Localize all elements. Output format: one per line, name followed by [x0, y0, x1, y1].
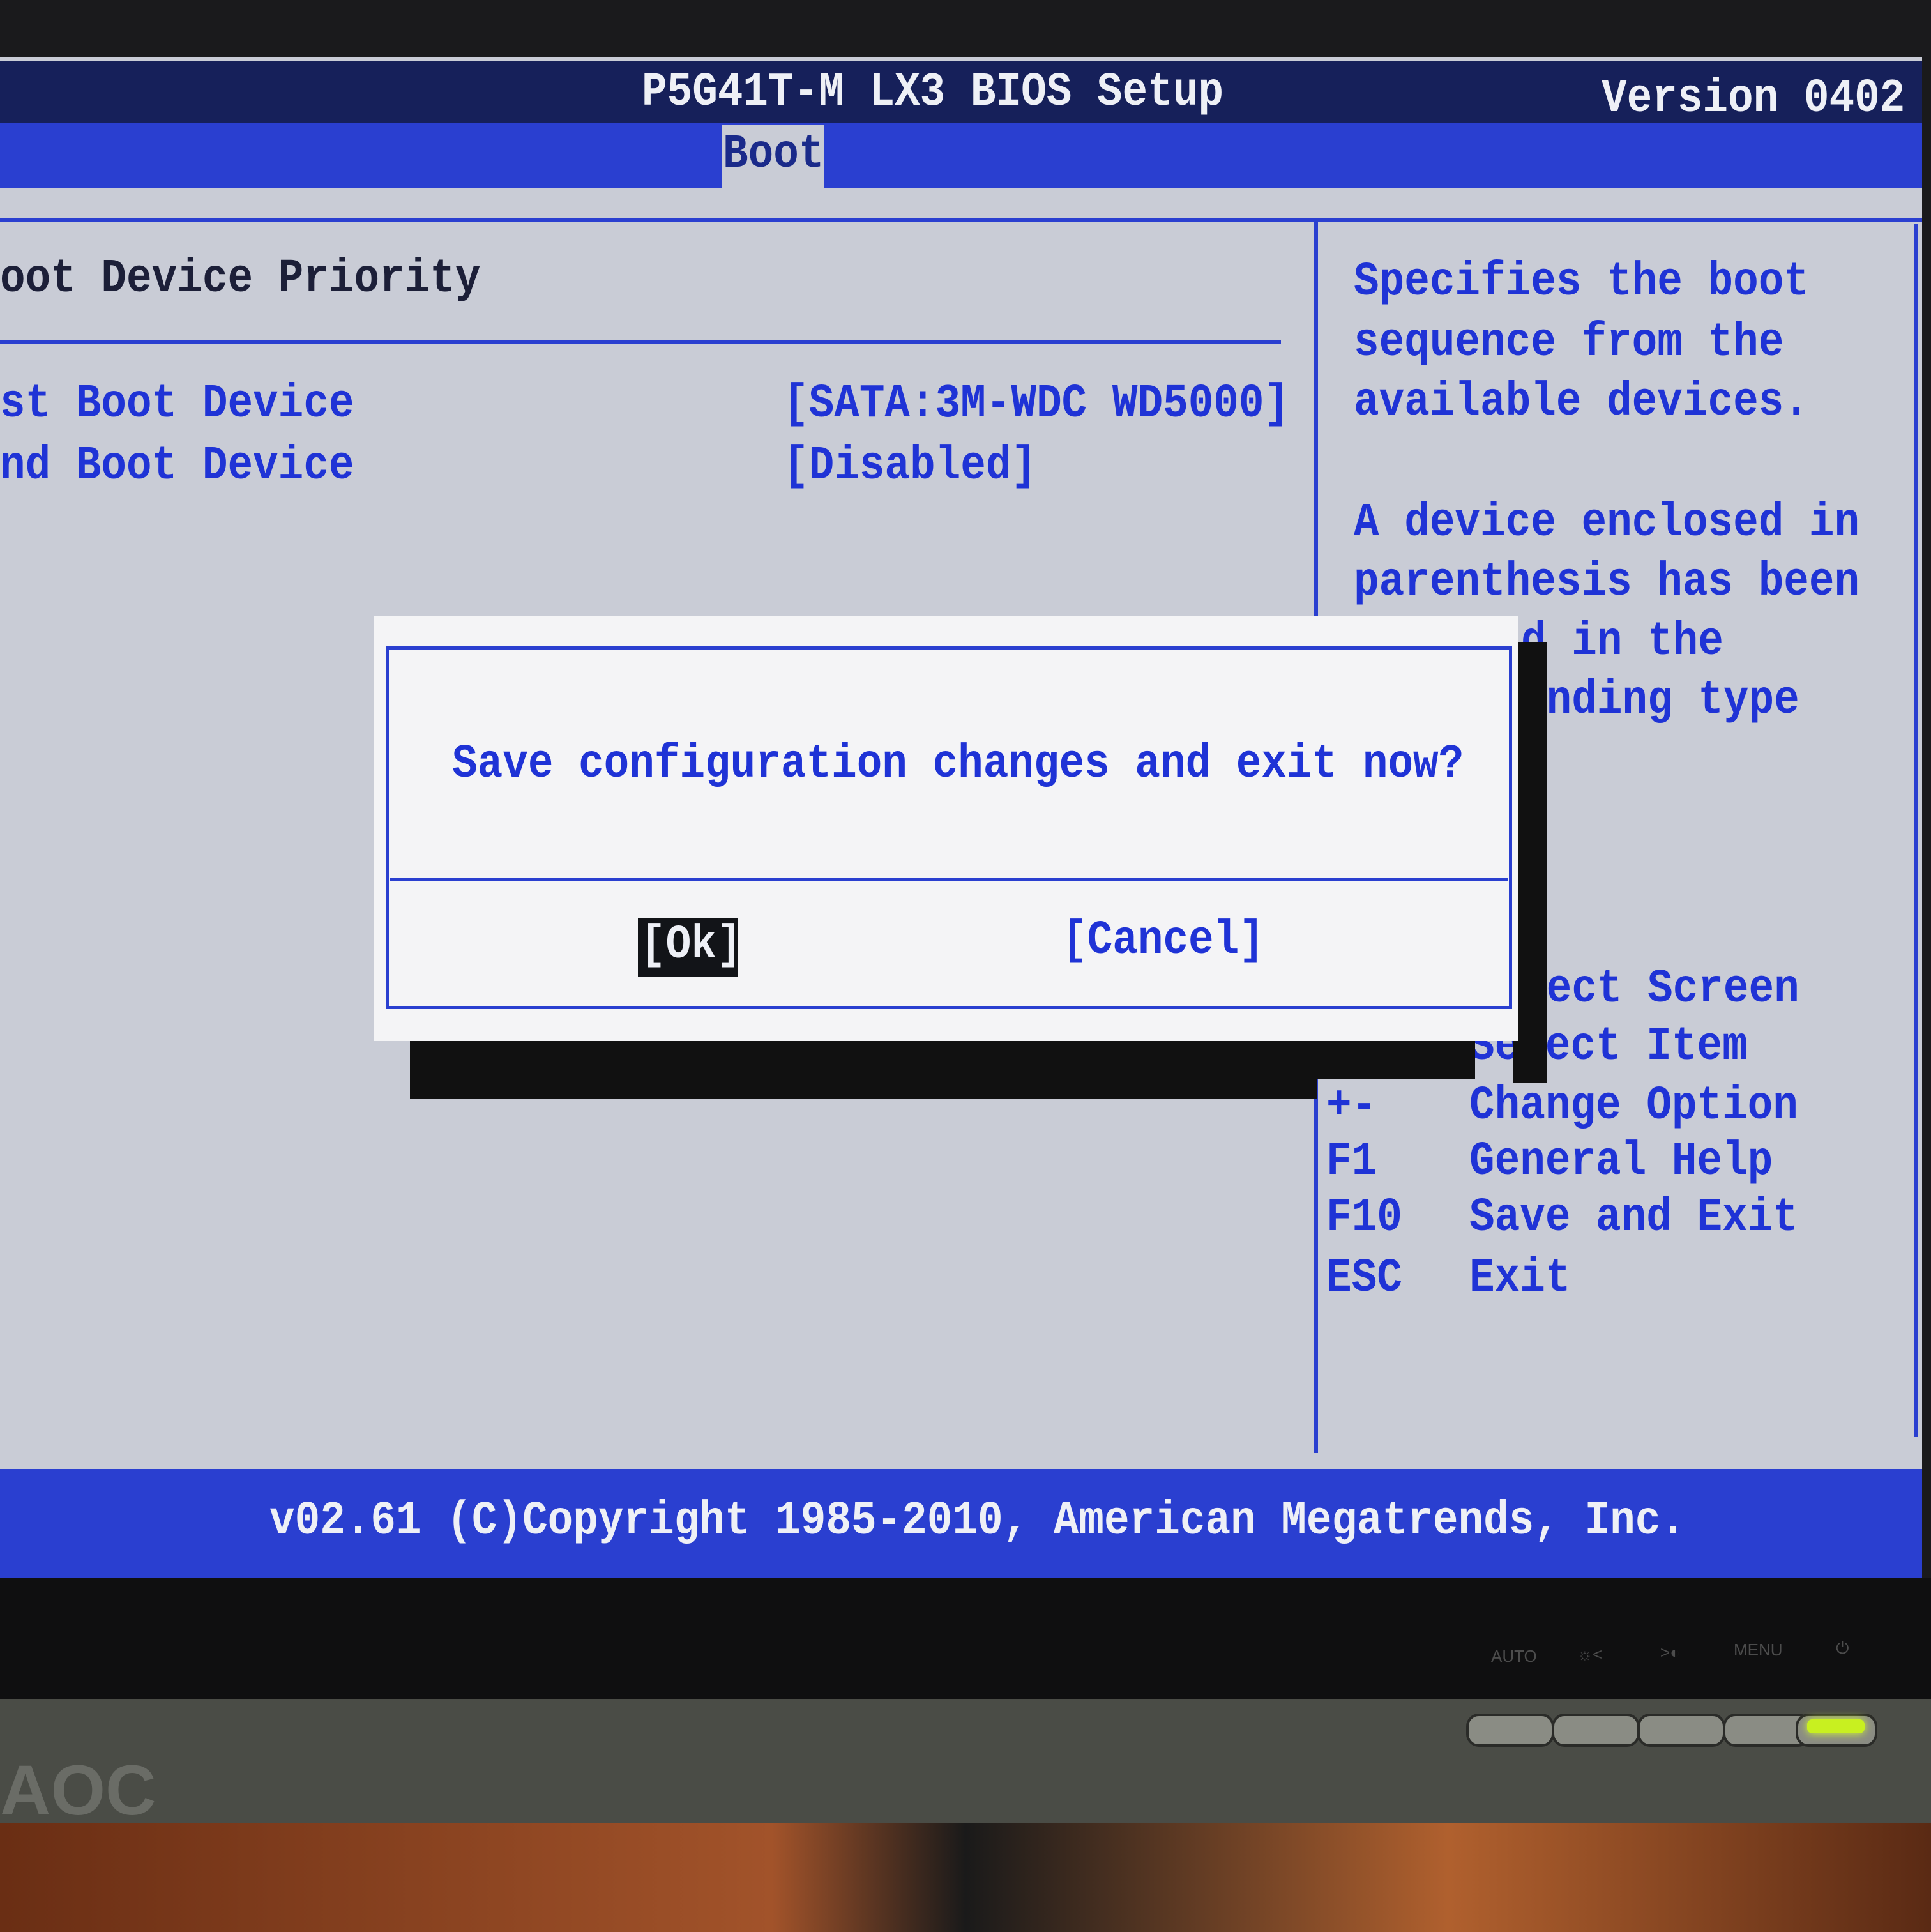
divider: [0, 340, 1281, 344]
key-name: F1: [1326, 1134, 1377, 1189]
help-line: d in the: [1521, 614, 1723, 669]
power-icon: ⏻: [1836, 1638, 1849, 1657]
ok-button-label[interactable]: [Ok]: [640, 921, 741, 969]
key-name: F10: [1326, 1190, 1402, 1245]
item-value[interactable]: [Disabled]: [784, 442, 1036, 490]
item-label: st Boot Device: [0, 377, 354, 431]
dialog-shadow: [1513, 642, 1547, 1083]
brand-logo: AOC: [0, 1751, 156, 1830]
divider: [390, 878, 1508, 881]
monitor-button-label: >◐: [1660, 1643, 1680, 1662]
background-desk: [0, 1823, 1931, 1932]
dialog-border: [386, 646, 1512, 1009]
dialog-message: Save configuration changes and exit now?: [452, 737, 1464, 791]
key-desc: Exit: [1469, 1251, 1571, 1305]
help-line: A device enclosed in: [1354, 496, 1860, 550]
tab-bar: [0, 123, 1922, 188]
help-line: Specifies the boot: [1354, 255, 1809, 309]
monitor-auto-button[interactable]: [1466, 1714, 1554, 1747]
item-value[interactable]: [SATA:3M-WDC WD5000]: [784, 380, 1289, 428]
key-name: ESC: [1326, 1251, 1402, 1305]
key-desc: General Help: [1469, 1134, 1773, 1189]
key-name: +-: [1326, 1079, 1377, 1133]
help-line: parenthesis has been: [1354, 555, 1860, 609]
item-label: nd Boot Device: [0, 439, 354, 493]
monitor-right-button[interactable]: [1637, 1714, 1725, 1747]
copyright: v02.61 (C)Copyright 1985-2010, American …: [269, 1494, 1686, 1548]
power-led-icon: [1807, 1719, 1865, 1733]
monitor-button-label: AUTO: [1491, 1647, 1537, 1666]
cancel-button[interactable]: [Cancel]: [1062, 917, 1264, 964]
monitor-button-label: MENU: [1734, 1640, 1783, 1659]
help-line: sequence from the: [1354, 316, 1784, 370]
divider: [1914, 224, 1918, 1437]
help-line: available devices.: [1354, 375, 1809, 429]
bios-title: P5G41T-M LX3 BIOS Setup: [642, 65, 1223, 119]
key-desc: lect Screen: [1521, 962, 1799, 1016]
section-title: oot Device Priority: [0, 252, 481, 306]
key-desc: Save and Exit: [1469, 1190, 1798, 1245]
monitor-left-button[interactable]: [1552, 1714, 1640, 1747]
key-desc: Change Option: [1469, 1079, 1798, 1133]
bios-version: Version 0402: [1602, 72, 1905, 126]
tab-boot-label: Boot: [723, 127, 824, 181]
divider: [0, 218, 1922, 222]
help-line: onding type: [1521, 673, 1799, 727]
monitor-button-label: ☼<: [1577, 1645, 1603, 1664]
